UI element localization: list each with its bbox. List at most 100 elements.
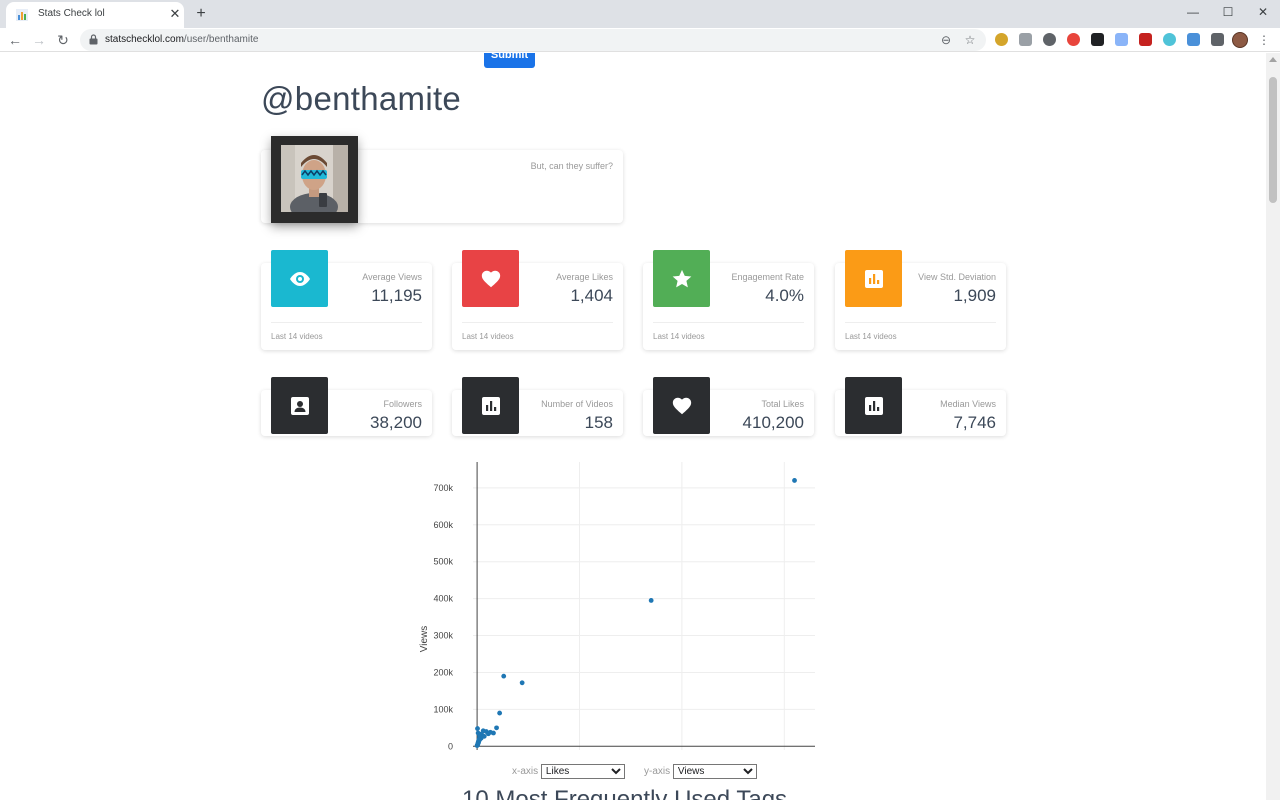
bar-chart-icon [462, 377, 519, 434]
stat-value: 4.0% [765, 286, 804, 305]
extension-icon[interactable] [1019, 33, 1032, 46]
stat-card-total-likes: Total Likes 410,200 [643, 377, 814, 436]
page-scrollbar[interactable] [1266, 53, 1280, 800]
stat-card-number-of-videos: Number of Videos 158 [452, 377, 623, 436]
scatter-point [519, 680, 525, 686]
scatter-point [476, 738, 482, 743]
stat-footer: Last 14 videos [271, 332, 323, 341]
page-viewport: Submit @benthamite But, can they suffer? [0, 53, 1266, 800]
stat-value: 158 [584, 413, 613, 432]
page-title: @benthamite [261, 80, 462, 117]
y-axis-control: y-axis Views [644, 764, 757, 779]
bar-chart-favicon-icon [16, 9, 28, 21]
likes-views-scatter-chart[interactable]: 050k100k150k0100k200k300k400k500k600k700… [405, 454, 830, 759]
y-tick-label: 400k [433, 594, 453, 604]
minimize-window-button[interactable]: — [1176, 0, 1210, 28]
y-tick-label: 200k [433, 667, 453, 677]
tab-title: Stats Check lol [38, 8, 105, 19]
stat-card-average-likes: Average Likes 1,404 Last 14 videos [452, 250, 623, 350]
stat-value: 11,195 [371, 286, 422, 305]
stat-label: View Std. Deviation [918, 272, 996, 282]
x-axis-select[interactable]: Likes [540, 764, 625, 779]
maximize-window-button[interactable]: ☐ [1211, 0, 1245, 28]
close-window-button[interactable]: ✕ [1246, 0, 1280, 28]
scatter-point [648, 598, 654, 603]
y-axis-title: Views [419, 626, 430, 653]
url-text: statschecklol.com/user/benthamite [105, 34, 259, 45]
y-axis-select[interactable]: Views [672, 764, 757, 779]
scatter-point [792, 478, 797, 483]
zoom-icon[interactable]: ⊖ [938, 32, 954, 48]
extension-icon[interactable] [995, 33, 1008, 46]
stat-value: 410,200 [742, 413, 804, 432]
y-tick-label: 500k [433, 557, 453, 567]
divider [462, 322, 613, 323]
y-tick-label: 600k [433, 520, 453, 530]
scatter-point [501, 673, 507, 679]
scatter-point [475, 726, 480, 731]
extension-icon[interactable] [1115, 33, 1128, 46]
stat-card-average-views: Average Views 11,195 Last 14 videos [261, 250, 432, 350]
submit-button[interactable]: Submit [484, 53, 535, 68]
extension-icon[interactable] [1067, 33, 1080, 46]
stat-label: Followers [383, 399, 422, 409]
stat-label: Average Likes [556, 272, 613, 282]
stat-card-median-views: Median Views 7,746 [835, 377, 1006, 436]
browser-menu-icon[interactable]: ⋮ [1258, 32, 1270, 48]
stat-footer: Last 14 videos [845, 332, 897, 341]
extension-icon[interactable] [1091, 33, 1104, 46]
profile-picture-frame [271, 136, 358, 223]
extension-icon[interactable] [1139, 33, 1152, 46]
new-tab-button[interactable]: + [190, 3, 212, 25]
profile-photo-image [281, 145, 348, 212]
x-axis-label: x-axis [512, 766, 539, 777]
back-arrow-icon[interactable]: ← [5, 30, 25, 50]
tags-section-heading: 10 Most Frequently Used Tags [462, 786, 788, 800]
extension-icon[interactable] [1043, 33, 1056, 46]
forward-arrow-icon[interactable]: → [29, 30, 49, 50]
scatter-point [485, 731, 491, 737]
profile-avatar-icon[interactable] [1232, 32, 1248, 48]
stat-value: 38,200 [370, 413, 422, 432]
address-bar[interactable]: statschecklol.com/user/benthamite ⊖ ☆ [80, 29, 986, 51]
scatter-point [491, 730, 496, 736]
y-tick-label: 700k [433, 483, 453, 493]
divider [653, 322, 804, 323]
stat-value: 7,746 [953, 413, 996, 432]
extension-icon[interactable] [1163, 33, 1176, 46]
x-axis-control: x-axis Likes [512, 764, 625, 779]
divider [271, 322, 422, 323]
scatter-point [481, 733, 487, 739]
divider [845, 322, 996, 323]
scatter-point [494, 725, 499, 731]
reload-icon[interactable]: ↻ [53, 30, 73, 50]
extension-icon[interactable] [1187, 33, 1200, 46]
y-tick-label: 0 [448, 741, 453, 751]
stat-value: 1,909 [953, 286, 996, 305]
stat-card-followers: Followers 38,200 [261, 377, 432, 436]
stat-label: Average Views [362, 272, 422, 282]
browser-toolbar: ← → ↻ statschecklol.com/user/benthamite … [0, 28, 1280, 52]
profile-picture [281, 145, 348, 212]
lock-icon [89, 34, 98, 45]
stat-label: Number of Videos [541, 399, 613, 409]
bookmark-star-icon[interactable]: ☆ [962, 32, 978, 48]
contact-icon [271, 377, 328, 434]
stat-card-engagement-rate: Engagement Rate 4.0% Last 14 videos [643, 250, 814, 350]
y-axis-label: y-axis [644, 766, 671, 777]
scroll-up-arrow-icon[interactable] [1269, 57, 1277, 62]
stat-label: Median Views [940, 399, 996, 409]
browser-tab[interactable]: Stats Check lol ✕ [6, 2, 184, 28]
close-tab-icon[interactable]: ✕ [166, 5, 184, 23]
stat-value: 1,404 [570, 286, 613, 305]
stat-footer: Last 14 videos [462, 332, 514, 341]
eye-icon [271, 250, 328, 307]
bar-chart-icon [845, 377, 902, 434]
heart-icon [653, 377, 710, 434]
browser-tab-bar: Stats Check lol ✕ + — ☐ ✕ [0, 0, 1280, 28]
bar-chart-icon [845, 250, 902, 307]
scatter-point [497, 710, 503, 716]
scrollbar-thumb[interactable] [1269, 77, 1277, 203]
y-tick-label: 100k [433, 704, 453, 714]
puzzle-icon[interactable] [1211, 33, 1224, 46]
